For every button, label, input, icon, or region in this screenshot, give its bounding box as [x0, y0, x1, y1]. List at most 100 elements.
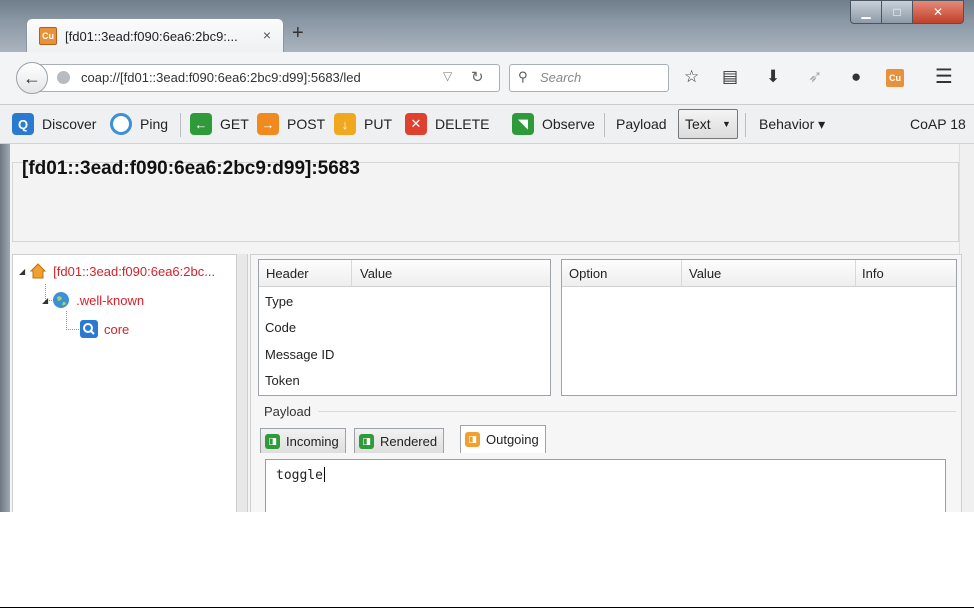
- delete-label: DELETE: [435, 116, 490, 132]
- column-header[interactable]: Value: [360, 266, 392, 281]
- window-edge: [0, 144, 10, 512]
- tree-item-root[interactable]: ◢ [fd01::3ead:f090:6ea6:2bc...: [19, 262, 215, 280]
- close-window-button[interactable]: ✕: [912, 0, 964, 24]
- post-label: POST: [287, 116, 326, 132]
- delete-button[interactable]: ✕ DELETE: [405, 112, 489, 136]
- payload-text: toggle: [276, 467, 325, 483]
- column-header[interactable]: Value: [689, 266, 721, 281]
- globe-icon: [52, 291, 70, 309]
- tree-item-core[interactable]: core: [80, 320, 129, 338]
- tab-incoming[interactable]: ◨ Incoming: [260, 428, 346, 453]
- tab-outgoing-label: Outgoing: [486, 432, 539, 447]
- get-button[interactable]: ← GET: [190, 112, 249, 136]
- tree-root-label: [fd01::3ead:f090:6ea6:2bc...: [53, 263, 216, 279]
- column-divider[interactable]: [351, 260, 352, 286]
- put-arrow-icon: ↓: [334, 113, 356, 135]
- tree-well-known-label: .well-known: [76, 292, 145, 308]
- navigation-bar: coap://[fd01::3ead:f090:6ea6:2bc9:d99]:5…: [0, 52, 974, 105]
- magnifier-icon: [80, 320, 98, 338]
- header-table: Header Value Type Code Message ID Token: [258, 259, 551, 396]
- copper-icon[interactable]: Cu: [886, 69, 904, 87]
- search-placeholder: Search: [540, 70, 582, 85]
- text-caret: [323, 467, 325, 482]
- ping-label: Ping: [140, 116, 169, 132]
- toolbar-separator: [745, 113, 746, 137]
- url-bar[interactable]: coap://[fd01::3ead:f090:6ea6:2bc9:d99]:5…: [30, 64, 500, 92]
- column-header[interactable]: Header: [266, 266, 309, 281]
- maximize-button[interactable]: □: [881, 0, 913, 24]
- browser-tab[interactable]: Cu [fd01::3ead:f090:6ea6:2bc9:... ×: [26, 18, 284, 53]
- observe-button[interactable]: ◥ Observe: [512, 112, 595, 136]
- host-title: [fd01::3ead:f090:6ea6:2bc9:d99]:5683: [22, 158, 360, 179]
- observe-label: Observe: [542, 116, 595, 132]
- minimize-button[interactable]: ▁: [850, 0, 882, 24]
- column-header[interactable]: Info: [862, 266, 884, 281]
- behavior-menu[interactable]: Behavior ▾: [759, 112, 825, 136]
- table-row-label: Type: [265, 294, 294, 309]
- tab-title: [fd01::3ead:f090:6ea6:2bc9:...: [65, 28, 238, 44]
- toolbar-separator: [180, 113, 181, 137]
- dropdown-icon[interactable]: ▽: [443, 69, 452, 83]
- ping-button[interactable]: Ping: [110, 112, 168, 136]
- globe-icon: [57, 71, 70, 84]
- coap-toolbar: Q Discover Ping ← GET → POST ↓ PUT ✕ DEL…: [0, 105, 974, 144]
- chat-icon[interactable]: ●: [851, 68, 861, 86]
- new-tab-button[interactable]: +: [292, 22, 304, 45]
- back-arrow-icon: ←: [23, 67, 41, 88]
- delete-x-icon: ✕: [405, 113, 427, 135]
- column-divider[interactable]: [681, 260, 682, 286]
- copper-favicon-icon: Cu: [39, 27, 57, 45]
- rendered-icon: ◨: [359, 433, 374, 449]
- search-input[interactable]: ⚲ Search: [509, 64, 669, 92]
- reading-list-icon[interactable]: ▤: [722, 68, 738, 86]
- options-table-head: Option Value Info: [562, 260, 956, 287]
- discover-label: Discover: [42, 116, 97, 132]
- search-icon: ⚲: [518, 69, 528, 84]
- download-icon[interactable]: ⬇: [766, 68, 780, 86]
- column-header[interactable]: Option: [569, 266, 607, 281]
- payload-textarea[interactable]: toggle: [265, 459, 946, 512]
- payload-format-select[interactable]: Text ▼: [678, 109, 738, 139]
- header-table-head: Header Value: [259, 260, 550, 287]
- put-button[interactable]: ↓ PUT: [334, 112, 392, 136]
- table-row-label: Message ID: [265, 347, 335, 362]
- browser-window: Cu [fd01::3ead:f090:6ea6:2bc9:... × + ▁ …: [0, 0, 974, 512]
- outgoing-icon: ◨: [465, 432, 480, 447]
- coap-version: CoAP 18: [910, 116, 966, 132]
- discover-button[interactable]: Q Discover: [12, 112, 96, 136]
- tab-outgoing[interactable]: ◨ Outgoing: [460, 425, 546, 453]
- panel-splitter[interactable]: [236, 254, 248, 512]
- url-text[interactable]: coap://[fd01::3ead:f090:6ea6:2bc9:d99]:5…: [81, 70, 361, 85]
- column-divider[interactable]: [855, 260, 856, 286]
- share-icon[interactable]: ➶: [808, 68, 822, 86]
- tree-item-well-known[interactable]: ◢ .well-known: [42, 291, 144, 309]
- rss-icon: ◥: [512, 113, 534, 135]
- tab-close-icon[interactable]: ×: [263, 27, 271, 43]
- reload-icon[interactable]: ↻: [471, 68, 484, 86]
- get-label: GET: [220, 116, 249, 132]
- tab-rendered[interactable]: ◨ Rendered: [354, 428, 445, 453]
- table-row-label: Code: [265, 320, 297, 335]
- star-icon[interactable]: ☆: [684, 68, 699, 86]
- payload-text-value: toggle: [276, 468, 323, 483]
- ping-icon: [110, 113, 132, 135]
- tree-line: [66, 311, 79, 330]
- payload-group-line: [318, 411, 956, 412]
- tree-core-label: core: [104, 321, 130, 337]
- home-icon: [29, 262, 47, 280]
- expand-triangle-icon[interactable]: ◢: [19, 267, 25, 276]
- page-rule: [0, 607, 974, 608]
- get-arrow-icon: ←: [190, 113, 212, 135]
- back-button[interactable]: ←: [16, 62, 48, 94]
- put-label: PUT: [364, 116, 392, 132]
- post-arrow-icon: →: [257, 113, 279, 135]
- toolbar-separator: [604, 113, 605, 137]
- menu-icon[interactable]: ☰: [935, 67, 953, 87]
- expand-triangle-icon[interactable]: ◢: [42, 296, 48, 305]
- payload-label: Payload: [616, 116, 667, 132]
- payload-group-label: Payload: [264, 404, 311, 419]
- post-button[interactable]: → POST: [257, 112, 325, 136]
- chevron-down-icon: ▼: [722, 119, 731, 129]
- incoming-icon: ◨: [265, 433, 280, 449]
- table-row-label: Token: [265, 373, 300, 388]
